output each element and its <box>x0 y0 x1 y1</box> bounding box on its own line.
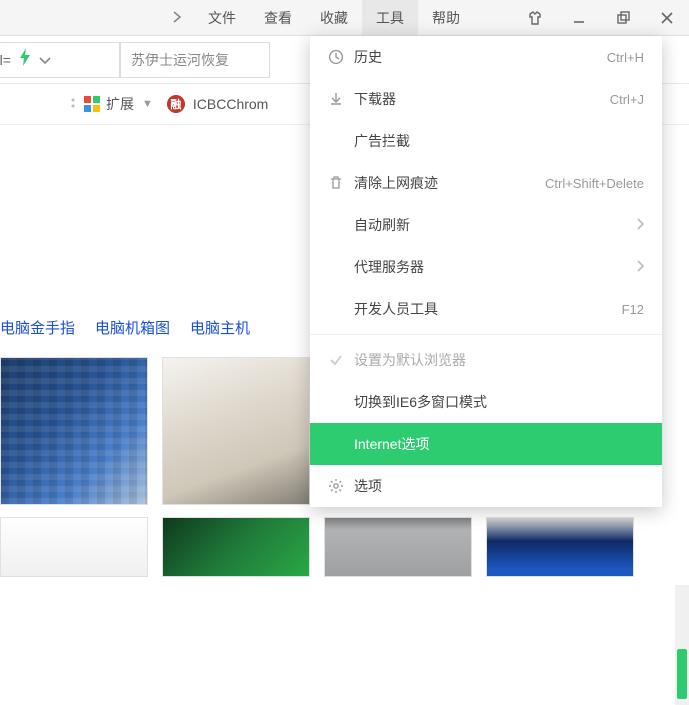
menu-item-label: 开发人员工具 <box>354 299 622 319</box>
window-controls <box>513 0 689 35</box>
download-icon <box>324 91 348 107</box>
icbc-plugin-label[interactable]: ICBCChrom <box>193 96 268 112</box>
thumbnail-row-2 <box>0 517 634 577</box>
url-text: f-8&cl= <box>0 52 11 68</box>
menu-label: 文件 <box>208 8 236 28</box>
maximize-button[interactable] <box>601 0 645 35</box>
thumbnail[interactable] <box>162 517 310 577</box>
menu-item-clear-traces[interactable]: 清除上网痕迹 Ctrl+Shift+Delete <box>310 162 662 204</box>
page-link[interactable]: 电脑主机 <box>190 317 250 338</box>
menu-separator <box>310 334 662 335</box>
menu-item-shortcut: Ctrl+Shift+Delete <box>545 176 644 191</box>
extensions-dropdown-icon[interactable]: ▼ <box>142 98 153 110</box>
thumbnail[interactable] <box>162 357 310 505</box>
page-link[interactable]: 电脑机箱图 <box>95 317 170 338</box>
menu-label: 收藏 <box>320 8 348 28</box>
menu-item-options[interactable]: 选项 <box>310 465 662 507</box>
menu-bar: 文件 查看 收藏 工具 帮助 <box>0 0 689 36</box>
thumbnail[interactable] <box>324 517 472 577</box>
menu-item-label: 切换到IE6多窗口模式 <box>354 392 644 412</box>
menu-item-label: 设置为默认浏览器 <box>354 350 644 370</box>
thumbnail[interactable] <box>0 357 148 505</box>
tools-menu: 历史 Ctrl+H 下载器 Ctrl+J 广告拦截 清除上网痕迹 Ctrl+Sh… <box>310 36 662 507</box>
chevron-right-icon <box>160 10 194 26</box>
check-icon <box>324 352 348 368</box>
menu-item-label: 下载器 <box>354 89 610 109</box>
url-input[interactable]: f-8&cl= <box>0 42 120 78</box>
menu-item-proxy[interactable]: 代理服务器 <box>310 246 662 288</box>
url-dropdown-icon[interactable] <box>39 52 51 68</box>
menu-item-downloader[interactable]: 下载器 Ctrl+J <box>310 78 662 120</box>
menu-item-internet-options[interactable]: Internet选项 <box>310 423 662 465</box>
trash-icon <box>324 175 348 191</box>
bullet-icon <box>70 96 76 113</box>
menu-label: 查看 <box>264 8 292 28</box>
submenu-arrow-icon <box>636 259 644 275</box>
minimize-button[interactable] <box>557 0 601 35</box>
menu-file[interactable]: 文件 <box>194 0 250 35</box>
menu-item-label: Internet选项 <box>354 434 644 454</box>
menu-item-label: 清除上网痕迹 <box>354 173 545 193</box>
menu-item-history[interactable]: 历史 Ctrl+H <box>310 36 662 78</box>
menu-item-label: 自动刷新 <box>354 215 636 235</box>
gear-icon <box>324 478 348 494</box>
extensions-icon <box>84 96 100 112</box>
menu-label: 帮助 <box>432 8 460 28</box>
menu-item-label: 选项 <box>354 476 644 496</box>
menu-fav[interactable]: 收藏 <box>306 0 362 35</box>
close-button[interactable] <box>645 0 689 35</box>
menu-item-label: 代理服务器 <box>354 257 636 277</box>
scrollbar[interactable] <box>675 585 689 705</box>
page-link[interactable]: 电脑金手指 <box>0 317 75 338</box>
menu-item-shortcut: F12 <box>622 302 644 317</box>
thumbnail[interactable] <box>0 517 148 577</box>
search-input[interactable]: 苏伊士运河恢复 <box>120 42 270 78</box>
menu-item-auto-refresh[interactable]: 自动刷新 <box>310 204 662 246</box>
menu-item-default-browser[interactable]: 设置为默认浏览器 <box>310 339 662 381</box>
clock-icon <box>324 49 348 65</box>
menu-view[interactable]: 查看 <box>250 0 306 35</box>
extensions-button[interactable]: 扩展 <box>106 94 134 114</box>
search-placeholder: 苏伊士运河恢复 <box>131 50 229 70</box>
lightning-icon <box>19 48 31 71</box>
menu-label: 工具 <box>376 8 404 28</box>
menu-item-label: 历史 <box>354 47 607 67</box>
skin-button[interactable] <box>513 0 557 35</box>
menu-item-shortcut: Ctrl+H <box>607 50 644 65</box>
icbc-icon: 融 <box>167 95 185 113</box>
related-links: 电脑金手指 电脑机箱图 电脑主机 <box>0 317 250 338</box>
thumbnail-row <box>0 357 310 505</box>
menu-item-adblock[interactable]: 广告拦截 <box>310 120 662 162</box>
menu-item-devtools[interactable]: 开发人员工具 F12 <box>310 288 662 330</box>
menu-tools[interactable]: 工具 <box>362 0 418 35</box>
menu-item-label: 广告拦截 <box>354 131 644 151</box>
thumbnail[interactable] <box>486 517 634 577</box>
menu-help[interactable]: 帮助 <box>418 0 474 35</box>
submenu-arrow-icon <box>636 217 644 233</box>
menu-item-shortcut: Ctrl+J <box>610 92 644 107</box>
menu-item-ie6-mode[interactable]: 切换到IE6多窗口模式 <box>310 381 662 423</box>
